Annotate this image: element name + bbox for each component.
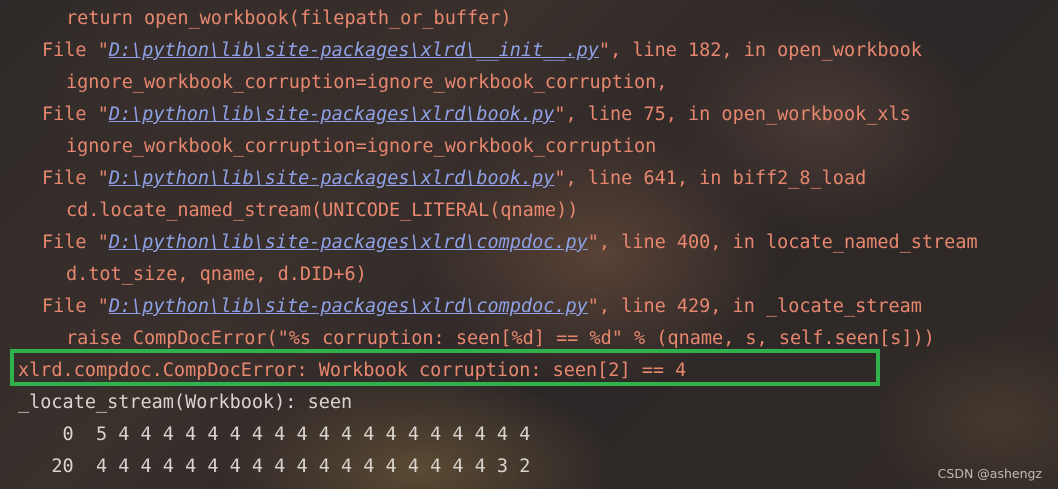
file-suffix: ", line 182, in open_workbook — [598, 40, 922, 61]
error-highlight-box — [10, 349, 880, 386]
file-path-link[interactable]: D:\python\lib\site-packages\xlrd\compdoc… — [109, 232, 588, 253]
traceback-file-line: File "D:\python\lib\site-packages\xlrd\_… — [0, 35, 922, 67]
file-suffix: ", line 641, in biff2_8_load — [554, 168, 867, 189]
traceback-file-line: File "D:\python\lib\site-packages\xlrd\b… — [0, 99, 911, 131]
file-suffix: ", line 400, in locate_named_stream — [587, 232, 978, 253]
traceback-code-line: cd.locate_named_stream(UNICODE_LITERAL(q… — [66, 200, 579, 221]
terminal-output: return open_workbook(filepath_or_buffer)… — [0, 0, 1058, 489]
traceback-file-line: File "D:\python\lib\site-packages\xlrd\b… — [0, 163, 866, 195]
file-path-link[interactable]: D:\python\lib\site-packages\xlrd\book.py — [109, 104, 555, 125]
file-prefix: File " — [42, 296, 109, 317]
file-prefix: File " — [42, 168, 109, 189]
traceback-code-line: d.tot_size, qname, d.DID+6) — [66, 264, 367, 285]
file-suffix: ", line 75, in open_workbook_xls — [554, 104, 911, 125]
file-path-link[interactable]: D:\python\lib\site-packages\xlrd\book.py — [109, 168, 555, 189]
traceback-code-line: ignore_workbook_corruption=ignore_workbo… — [66, 72, 668, 93]
file-suffix: ", line 429, in _locate_stream — [587, 296, 922, 317]
traceback-file-line: File "D:\python\lib\site-packages\xlrd\c… — [0, 227, 978, 259]
file-path-link[interactable]: D:\python\lib\site-packages\xlrd\__init_… — [109, 40, 599, 61]
file-prefix: File " — [42, 40, 109, 61]
file-prefix: File " — [42, 232, 109, 253]
traceback-file-line: File "D:\python\lib\site-packages\xlrd\c… — [0, 291, 922, 323]
watermark: CSDN @ashengz — [937, 466, 1042, 481]
file-path-link[interactable]: D:\python\lib\site-packages\xlrd\compdoc… — [109, 296, 588, 317]
seen-array-row: 0 5 4 4 4 4 4 4 4 4 4 4 4 4 4 4 4 4 4 4 … — [18, 424, 531, 445]
traceback-code-line: return open_workbook(filepath_or_buffer) — [66, 8, 512, 29]
file-prefix: File " — [42, 104, 109, 125]
traceback-code-line: ignore_workbook_corruption=ignore_workbo… — [66, 136, 657, 157]
debug-output-line: _locate_stream(Workbook): seen — [18, 392, 353, 413]
seen-array-row: 20 4 4 4 4 4 4 4 4 4 4 4 4 4 4 4 4 4 4 3… — [18, 456, 531, 477]
